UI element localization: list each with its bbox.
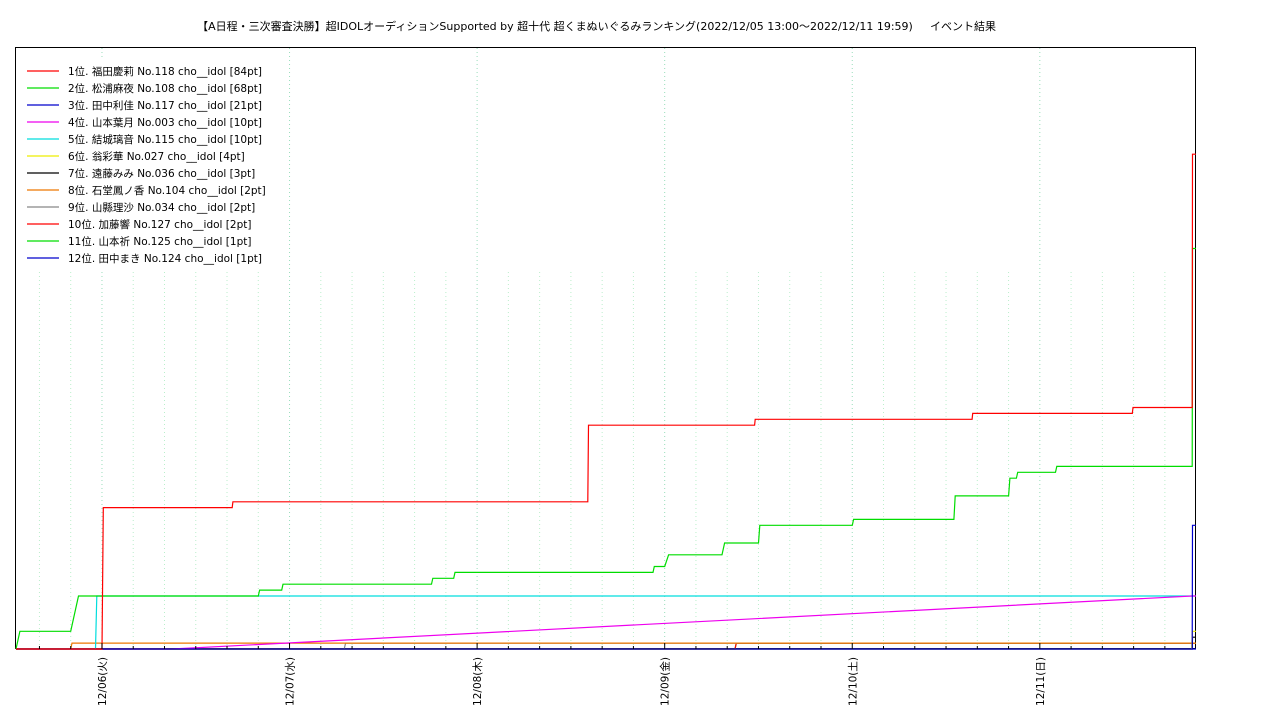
legend-entry: 7位. 遠藤みみ No.036 cho__idol [3pt] <box>68 167 255 180</box>
x-axis: 12/06(火) 12/07(水) 12/08(木) 12/09(金) 12/10(土)… <box>38 643 1166 706</box>
chart-subtitle: イベント結果 <box>930 19 996 33</box>
legend-entry: 2位. 松浦麻夜 No.108 cho__idol [68pt] <box>68 82 262 95</box>
ranking-chart: 【A日程・三次審査決勝】超IDOLオーディションSupported by 超十代… <box>15 19 1196 706</box>
x-tick-label: 12/08(木) <box>472 657 484 706</box>
legend-entry: 6位. 翁彩華 No.027 cho__idol [4pt] <box>68 150 245 163</box>
x-tick-label: 12/09(金) <box>659 657 672 706</box>
legend-entry: 3位. 田中利佳 No.117 cho__idol [21pt] <box>68 99 262 112</box>
legend-entry: 10位. 加藤響 No.127 cho__idol [2pt] <box>68 218 251 231</box>
legend-entry: 1位. 福田慶莉 No.118 cho__idol [84pt] <box>68 65 262 78</box>
chart-title: 【A日程・三次審査決勝】超IDOLオーディションSupported by 超十代… <box>197 19 913 33</box>
legend-entry: 9位. 山縣理沙 No.034 cho__idol [2pt] <box>68 201 255 214</box>
legend-entry: 8位. 石堂鳳ノ香 No.104 cho__idol [2pt] <box>68 184 266 197</box>
legend-entry: 11位. 山本祈 No.125 cho__idol [1pt] <box>68 235 251 248</box>
legend-entry: 4位. 山本葉月 No.003 cho__idol [10pt] <box>68 116 262 129</box>
legend-entry: 5位. 結城璃音 No.115 cho__idol [10pt] <box>68 133 262 146</box>
x-tick-label: 12/06(火) <box>97 657 109 706</box>
x-tick-label: 12/10(土) <box>846 657 859 706</box>
legend-entry: 12位. 田中まき No.124 cho__idol [1pt] <box>68 252 262 265</box>
legend: 1位. 福田慶莉 No.118 cho__idol [84pt] 2位. 松浦麻夜… <box>22 60 277 272</box>
x-tick-label: 12/11(日) <box>1035 657 1047 706</box>
x-tick-label: 12/07(水) <box>285 657 297 706</box>
